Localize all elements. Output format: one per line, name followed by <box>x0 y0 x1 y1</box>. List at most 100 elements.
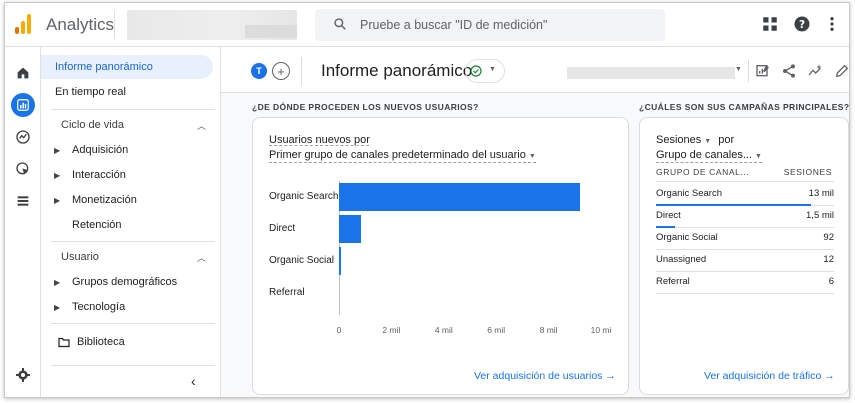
metric-selector[interactable]: Sesiones <box>656 134 701 146</box>
nav-user-header[interactable]: Usuario ︿ <box>41 245 213 269</box>
search-input[interactable]: Pruebe a buscar "ID de medición" <box>315 9 665 41</box>
share-icon[interactable] <box>781 63 797 79</box>
category-label: Organic Search <box>269 191 339 202</box>
page-title: Informe panorámico <box>321 61 473 80</box>
customize-report-icon[interactable] <box>755 63 771 79</box>
row-channel: Referral <box>656 276 690 287</box>
caret-down-icon: ▼ <box>735 66 742 73</box>
row-sessions: 13 mil <box>808 188 834 199</box>
side-nav: Informe panorámico En tiempo real Ciclo … <box>41 47 221 397</box>
caret-right-icon: ▶ <box>54 170 61 180</box>
nav-user-label: Usuario <box>61 251 99 263</box>
advertising-icon[interactable] <box>11 157 35 181</box>
nav-realtime-label: En tiempo real <box>55 86 126 98</box>
table-row[interactable]: Referral 6 <box>656 272 834 294</box>
nav-monetization[interactable]: ▶ Monetización <box>41 188 213 212</box>
divider <box>51 241 215 242</box>
bar[interactable] <box>339 215 362 243</box>
nav-library[interactable]: Biblioteca <box>41 330 213 354</box>
nav-engagement[interactable]: ▶ Interacción <box>41 163 213 187</box>
dimension-label: Grupo de canales... <box>656 149 753 161</box>
nav-engagement-label: Interacción <box>72 169 126 181</box>
caret-down-icon: ▼ <box>704 138 712 145</box>
tick-label: 4 mil <box>434 325 453 335</box>
add-comparison-button[interactable]: + <box>272 62 290 80</box>
nav-demographics[interactable]: ▶ Grupos demográficos <box>41 270 213 294</box>
nav-acquisition[interactable]: ▶ Adquisición <box>41 138 213 162</box>
apps-grid-icon[interactable] <box>761 15 779 33</box>
table-row[interactable]: Direct 1,5 mil <box>656 206 834 228</box>
table-row[interactable]: Organic Social 92 <box>656 228 834 250</box>
date-range-selector[interactable] <box>567 67 735 79</box>
category-label: Referral <box>269 287 305 298</box>
row-channel: Unassigned <box>656 254 707 265</box>
table-row[interactable]: Organic Search 13 mil <box>656 184 834 206</box>
main-content: T + Informe panorámico ▼ ▼ ¿DE DÓNDE PRO… <box>221 47 850 397</box>
check-circle-icon <box>470 65 482 77</box>
nav-overview-label: Informe panorámico <box>55 61 153 73</box>
more-vert-icon[interactable] <box>823 15 841 33</box>
caret-down-icon: ▼ <box>755 153 762 160</box>
chevron-up-icon: ︿ <box>197 253 207 263</box>
section-label-new-users: ¿DE DÓNDE PROCEDEN LOS NUEVOS USUARIOS? <box>252 102 479 112</box>
svg-text:?: ? <box>799 19 805 31</box>
caret-right-icon: ▶ <box>54 302 61 312</box>
divider <box>748 60 749 82</box>
bar[interactable] <box>339 183 581 211</box>
configure-list-icon[interactable] <box>11 189 35 213</box>
column-header-channel[interactable]: GRUPO DE CANAL... <box>656 167 749 177</box>
report-header: T + Informe panorámico ▼ ▼ <box>221 47 850 93</box>
analytics-logo-icon[interactable] <box>15 14 33 34</box>
campaigns-card: Sesiones ▼ por Grupo de canales... ▼ GRUPO… <box>639 117 849 395</box>
nav-retention[interactable]: Retención <box>41 213 213 237</box>
category-label: Direct <box>269 223 296 234</box>
divider <box>51 323 215 324</box>
row-sessions: 92 <box>823 232 834 243</box>
tick-label: 0 <box>336 325 342 335</box>
caret-right-icon: ▶ <box>54 195 61 205</box>
account-selector-detail <box>245 25 297 38</box>
comparison-badge[interactable]: T <box>251 63 267 79</box>
folder-icon <box>58 337 70 347</box>
column-header-sessions[interactable]: SESIONES <box>784 167 832 177</box>
row-channel: Organic Social <box>656 232 718 243</box>
tick-label: 6 mil <box>487 325 506 335</box>
caret-right-icon: ▶ <box>54 277 61 287</box>
insights-icon[interactable] <box>807 63 823 79</box>
title-suffix: por <box>718 134 735 146</box>
explore-icon[interactable] <box>11 125 35 149</box>
nav-lifecycle-header[interactable]: Ciclo de vida ︿ <box>41 113 213 137</box>
search-icon <box>334 18 346 30</box>
row-sessions: 6 <box>828 276 834 287</box>
nav-tech-label: Tecnología <box>72 301 126 313</box>
help-icon[interactable]: ? <box>793 15 811 33</box>
collapse-nav-chevron-icon[interactable]: ‹ <box>191 373 196 389</box>
table-row[interactable]: Unassigned 12 <box>656 250 834 272</box>
home-icon[interactable] <box>11 61 35 85</box>
nav-overview[interactable]: Informe panorámico <box>41 55 213 79</box>
new-users-card: Usuarios nuevos por Primer grupo de cana… <box>252 117 629 395</box>
divider <box>51 365 215 366</box>
nav-monetization-label: Monetización <box>72 194 137 206</box>
view-traffic-acquisition-link[interactable]: Ver adquisición de tráfico → <box>704 370 835 382</box>
nav-retention-label: Retención <box>72 219 122 231</box>
divider <box>656 181 834 182</box>
nav-realtime[interactable]: En tiempo real <box>41 80 213 104</box>
tick-label: 8 mil <box>539 325 558 335</box>
tick-label: 10 mi <box>590 325 612 335</box>
view-user-acquisition-link[interactable]: Ver adquisición de usuarios → <box>474 370 616 382</box>
nav-tech[interactable]: ▶ Tecnología <box>41 295 213 319</box>
row-sessions: 1,5 mil <box>806 210 834 221</box>
row-channel: Direct <box>656 210 681 221</box>
tick-label: 2 mil <box>382 325 401 335</box>
section-label-campaigns: ¿CUÁLES SON SUS CAMPAÑAS PRINCIPALES? <box>639 102 850 112</box>
category-label: Organic Social <box>269 255 335 266</box>
dimension-selector[interactable]: Grupo de canales... ▼ <box>656 149 762 163</box>
bar[interactable] <box>339 247 342 275</box>
caret-down-icon: ▼ <box>489 66 496 73</box>
settings-gear-icon[interactable] <box>11 363 35 387</box>
edit-pencil-icon[interactable] <box>834 63 850 79</box>
divider <box>301 57 302 85</box>
row-sessions: 12 <box>823 254 834 265</box>
reports-icon[interactable] <box>11 93 35 117</box>
